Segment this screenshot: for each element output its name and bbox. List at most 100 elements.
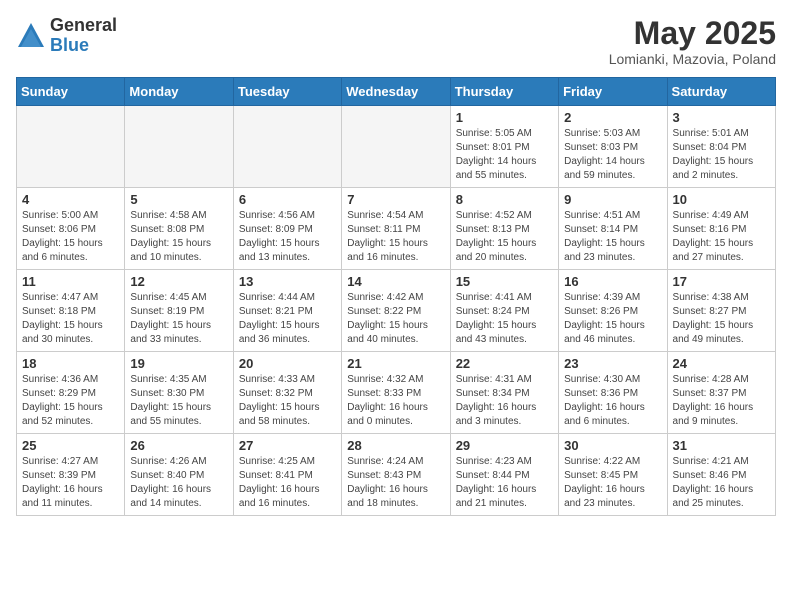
- day-info: Sunrise: 4:30 AMSunset: 8:36 PMDaylight:…: [564, 373, 661, 429]
- day-number: 6: [239, 192, 336, 207]
- day-header-wednesday: Wednesday: [342, 78, 450, 106]
- calendar-cell: 4 Sunrise: 5:00 AMSunset: 8:06 PMDaylight…: [17, 188, 125, 270]
- calendar-cell: [125, 106, 233, 188]
- calendar-cell: 13 Sunrise: 4:44 AMSunset: 8:21 PMDayligh…: [233, 270, 341, 352]
- day-info: Sunrise: 4:42 AMSunset: 8:22 PMDaylight:…: [347, 291, 444, 347]
- day-number: 10: [673, 192, 770, 207]
- day-number: 20: [239, 356, 336, 371]
- day-number: 5: [130, 192, 227, 207]
- calendar-cell: 11 Sunrise: 4:47 AMSunset: 8:18 PMDayligh…: [17, 270, 125, 352]
- day-number: 30: [564, 438, 661, 453]
- day-number: 28: [347, 438, 444, 453]
- day-info: Sunrise: 4:25 AMSunset: 8:41 PMDaylight:…: [239, 455, 336, 511]
- day-info: Sunrise: 4:41 AMSunset: 8:24 PMDaylight:…: [456, 291, 553, 347]
- calendar-cell: 7 Sunrise: 4:54 AMSunset: 8:11 PMDaylight…: [342, 188, 450, 270]
- day-number: 13: [239, 274, 336, 289]
- day-number: 18: [22, 356, 119, 371]
- calendar-week-row: 4 Sunrise: 5:00 AMSunset: 8:06 PMDaylight…: [17, 188, 776, 270]
- day-info: Sunrise: 4:28 AMSunset: 8:37 PMDaylight:…: [673, 373, 770, 429]
- day-info: Sunrise: 4:56 AMSunset: 8:09 PMDaylight:…: [239, 209, 336, 265]
- day-number: 3: [673, 110, 770, 125]
- calendar-week-row: 25 Sunrise: 4:27 AMSunset: 8:39 PMDayligh…: [17, 434, 776, 516]
- calendar-cell: [342, 106, 450, 188]
- day-number: 21: [347, 356, 444, 371]
- day-number: 19: [130, 356, 227, 371]
- calendar-cell: 10 Sunrise: 4:49 AMSunset: 8:16 PMDayligh…: [667, 188, 775, 270]
- calendar-cell: 3Sunrise: 5:01 AMSunset: 8:04 PMDaylight…: [667, 106, 775, 188]
- calendar-cell: [17, 106, 125, 188]
- day-header-tuesday: Tuesday: [233, 78, 341, 106]
- day-header-thursday: Thursday: [450, 78, 558, 106]
- logo: General Blue: [16, 16, 117, 56]
- calendar-cell: 9Sunrise: 4:51 AMSunset: 8:14 PMDaylight…: [559, 188, 667, 270]
- day-info: Sunrise: 4:58 AMSunset: 8:08 PMDaylight:…: [130, 209, 227, 265]
- calendar-cell: 21 Sunrise: 4:32 AMSunset: 8:33 PMDayligh…: [342, 352, 450, 434]
- calendar-cell: 29 Sunrise: 4:23 AMSunset: 8:44 PMDayligh…: [450, 434, 558, 516]
- day-info: Sunrise: 4:39 AMSunset: 8:26 PMDaylight:…: [564, 291, 661, 347]
- calendar-cell: 2 Sunrise: 5:03 AMSunset: 8:03 PMDaylight…: [559, 106, 667, 188]
- day-number: 22: [456, 356, 553, 371]
- day-info: Sunrise: 4:23 AMSunset: 8:44 PMDaylight:…: [456, 455, 553, 511]
- logo-general-text: General: [50, 16, 117, 36]
- day-info: Sunrise: 4:45 AMSunset: 8:19 PMDaylight:…: [130, 291, 227, 347]
- calendar-cell: 25 Sunrise: 4:27 AMSunset: 8:39 PMDayligh…: [17, 434, 125, 516]
- calendar-cell: 31 Sunrise: 4:21 AMSunset: 8:46 PMDayligh…: [667, 434, 775, 516]
- calendar-cell: 16 Sunrise: 4:39 AMSunset: 8:26 PMDayligh…: [559, 270, 667, 352]
- day-number: 27: [239, 438, 336, 453]
- logo-blue-text: Blue: [50, 36, 117, 56]
- day-info: Sunrise: 4:27 AMSunset: 8:39 PMDaylight:…: [22, 455, 119, 511]
- day-number: 4: [22, 192, 119, 207]
- logo-icon: [16, 21, 46, 51]
- day-number: 23: [564, 356, 661, 371]
- day-number: 15: [456, 274, 553, 289]
- calendar-cell: 17Sunrise: 4:38 AMSunset: 8:27 PMDayligh…: [667, 270, 775, 352]
- calendar-cell: 19 Sunrise: 4:35 AMSunset: 8:30 PMDayligh…: [125, 352, 233, 434]
- calendar-cell: 28 Sunrise: 4:24 AMSunset: 8:43 PMDayligh…: [342, 434, 450, 516]
- day-number: 11: [22, 274, 119, 289]
- day-header-sunday: Sunday: [17, 78, 125, 106]
- day-number: 12: [130, 274, 227, 289]
- day-info: Sunrise: 4:35 AMSunset: 8:30 PMDaylight:…: [130, 373, 227, 429]
- page-header: General Blue May 2025 Lomianki, Mazovia,…: [16, 16, 776, 67]
- calendar-cell: 1 Sunrise: 5:05 AMSunset: 8:01 PMDaylight…: [450, 106, 558, 188]
- day-number: 17: [673, 274, 770, 289]
- day-info: Sunrise: 4:36 AMSunset: 8:29 PMDaylight:…: [22, 373, 119, 429]
- calendar-cell: 23 Sunrise: 4:30 AMSunset: 8:36 PMDayligh…: [559, 352, 667, 434]
- day-number: 16: [564, 274, 661, 289]
- calendar-cell: 5 Sunrise: 4:58 AMSunset: 8:08 PMDaylight…: [125, 188, 233, 270]
- calendar-cell: 15 Sunrise: 4:41 AMSunset: 8:24 PMDayligh…: [450, 270, 558, 352]
- day-number: 2: [564, 110, 661, 125]
- calendar-cell: [233, 106, 341, 188]
- day-info: Sunrise: 4:54 AMSunset: 8:11 PMDaylight:…: [347, 209, 444, 265]
- calendar-cell: 27 Sunrise: 4:25 AMSunset: 8:41 PMDayligh…: [233, 434, 341, 516]
- day-info: Sunrise: 4:32 AMSunset: 8:33 PMDaylight:…: [347, 373, 444, 429]
- calendar-week-row: 1 Sunrise: 5:05 AMSunset: 8:01 PMDaylight…: [17, 106, 776, 188]
- day-info: Sunrise: 4:47 AMSunset: 8:18 PMDaylight:…: [22, 291, 119, 347]
- calendar-cell: 20Sunrise: 4:33 AMSunset: 8:32 PMDayligh…: [233, 352, 341, 434]
- day-info: Sunrise: 5:00 AMSunset: 8:06 PMDaylight:…: [22, 209, 119, 265]
- day-header-monday: Monday: [125, 78, 233, 106]
- month-title: May 2025: [609, 16, 776, 51]
- calendar-cell: 8Sunrise: 4:52 AMSunset: 8:13 PMDaylight…: [450, 188, 558, 270]
- day-info: Sunrise: 4:22 AMSunset: 8:45 PMDaylight:…: [564, 455, 661, 511]
- calendar-cell: 22Sunrise: 4:31 AMSunset: 8:34 PMDayligh…: [450, 352, 558, 434]
- day-info: Sunrise: 5:03 AMSunset: 8:03 PMDaylight:…: [564, 127, 661, 183]
- day-info: Sunrise: 4:21 AMSunset: 8:46 PMDaylight:…: [673, 455, 770, 511]
- day-number: 25: [22, 438, 119, 453]
- calendar-cell: 30 Sunrise: 4:22 AMSunset: 8:45 PMDayligh…: [559, 434, 667, 516]
- day-number: 7: [347, 192, 444, 207]
- day-number: 1: [456, 110, 553, 125]
- day-number: 8: [456, 192, 553, 207]
- day-number: 31: [673, 438, 770, 453]
- day-info: Sunrise: 4:49 AMSunset: 8:16 PMDaylight:…: [673, 209, 770, 265]
- calendar-week-row: 18 Sunrise: 4:36 AMSunset: 8:29 PMDayligh…: [17, 352, 776, 434]
- day-number: 26: [130, 438, 227, 453]
- day-info: Sunrise: 4:24 AMSunset: 8:43 PMDaylight:…: [347, 455, 444, 511]
- day-info: Sunrise: 5:05 AMSunset: 8:01 PMDaylight:…: [456, 127, 553, 183]
- title-section: May 2025 Lomianki, Mazovia, Poland: [609, 16, 776, 67]
- day-info: Sunrise: 4:26 AMSunset: 8:40 PMDaylight:…: [130, 455, 227, 511]
- calendar-cell: 6 Sunrise: 4:56 AMSunset: 8:09 PMDaylight…: [233, 188, 341, 270]
- day-header-saturday: Saturday: [667, 78, 775, 106]
- day-info: Sunrise: 4:44 AMSunset: 8:21 PMDaylight:…: [239, 291, 336, 347]
- day-number: 29: [456, 438, 553, 453]
